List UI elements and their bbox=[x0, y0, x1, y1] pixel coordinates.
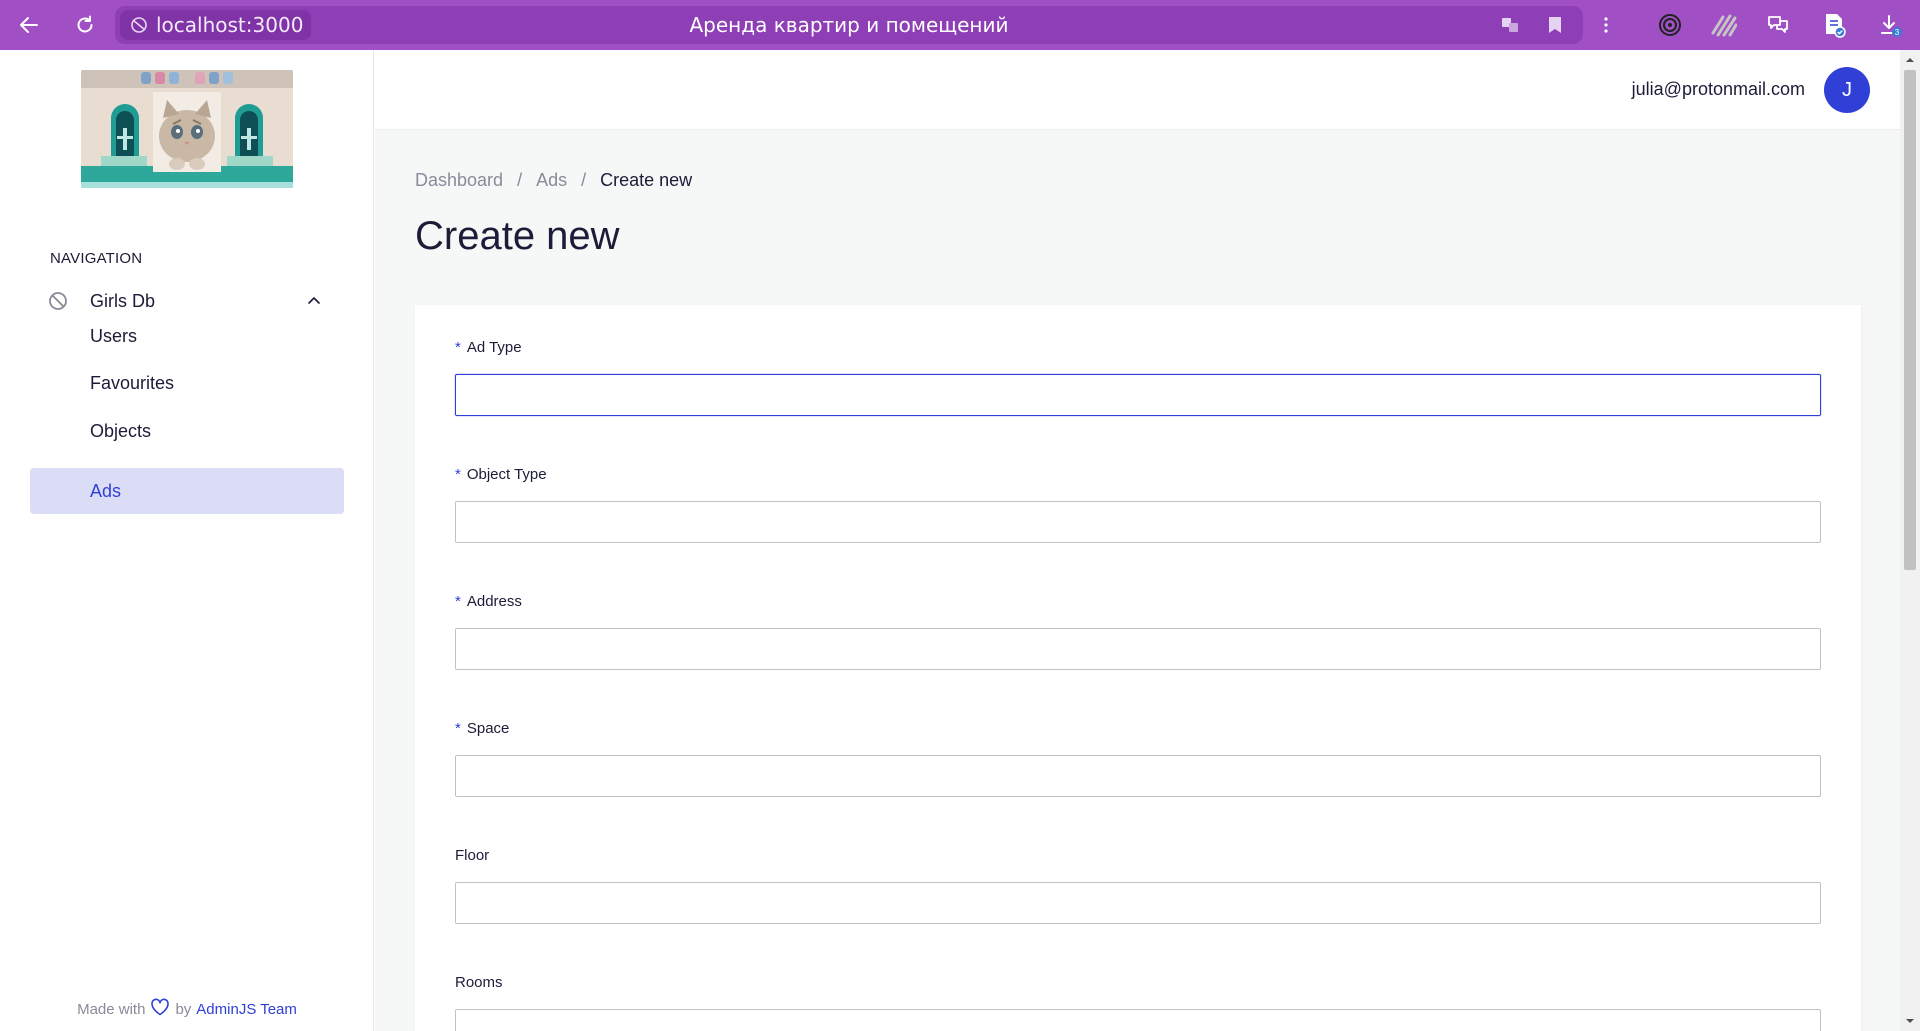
site-info-icon bbox=[131, 17, 147, 33]
caret-up-icon bbox=[1906, 58, 1914, 62]
kitten-house-logo bbox=[81, 70, 293, 188]
sidebar-item-objects[interactable]: Objects bbox=[30, 408, 344, 454]
reload-button[interactable] bbox=[70, 10, 100, 40]
caret-down-icon bbox=[1906, 1019, 1914, 1023]
logo-image[interactable] bbox=[81, 70, 293, 188]
ad-type-input[interactable] bbox=[455, 374, 1821, 416]
create-form: * Ad Type * Object Type * Address * Space Fl… bbox=[415, 305, 1861, 1031]
document-check-icon bbox=[1826, 14, 1846, 38]
sidebar-item-users[interactable]: Users bbox=[30, 313, 344, 359]
kebab-menu-icon bbox=[1604, 17, 1608, 33]
page-scrollbar[interactable] bbox=[1900, 50, 1920, 1031]
extension-doc-button[interactable] bbox=[1821, 12, 1847, 38]
space-input[interactable] bbox=[455, 755, 1821, 797]
main-content: Dashboard / Ads / Create new Create new … bbox=[375, 130, 1900, 1031]
field-label: * Space bbox=[455, 720, 510, 737]
top-header: julia@protonmail.com J bbox=[375, 50, 1900, 130]
field-label: Floor bbox=[455, 847, 490, 864]
required-marker: * bbox=[455, 466, 461, 483]
field-address: * Address bbox=[455, 592, 1821, 670]
extension-target-button[interactable] bbox=[1657, 12, 1683, 38]
scroll-thumb[interactable] bbox=[1904, 70, 1916, 570]
field-floor: Floor bbox=[455, 846, 1821, 924]
download-icon: 3 bbox=[1881, 15, 1902, 37]
url-text: localhost:3000 bbox=[156, 13, 304, 37]
field-object-type: * Object Type bbox=[455, 465, 1821, 543]
user-email[interactable]: julia@protonmail.com bbox=[1632, 79, 1805, 100]
translate-icon bbox=[1502, 18, 1518, 32]
sidebar-item-favourites[interactable]: Favourites bbox=[30, 360, 344, 406]
downloads-badge: 3 bbox=[1895, 28, 1900, 37]
breadcrumb-current: Create new bbox=[600, 170, 693, 190]
sidebar: NAVIGATION Girls Db Users Favourites Obj… bbox=[0, 50, 374, 1031]
more-menu-button[interactable] bbox=[1596, 12, 1616, 38]
breadcrumb-ads[interactable]: Ads bbox=[536, 170, 567, 191]
breadcrumb: Dashboard / Ads / Create new bbox=[415, 170, 692, 191]
sidebar-item-label: Favourites bbox=[90, 372, 175, 393]
bookmark-icon bbox=[1549, 17, 1561, 33]
required-marker: * bbox=[455, 593, 461, 610]
field-label: * Object Type bbox=[455, 466, 547, 483]
navigation-heading: NAVIGATION bbox=[50, 250, 143, 267]
field-label: Rooms bbox=[455, 974, 503, 991]
made-with-footer: Made with by AdminJS Team bbox=[0, 998, 374, 1020]
extension-stripes-button[interactable] bbox=[1711, 12, 1737, 38]
target-icon bbox=[1659, 14, 1681, 36]
object-type-input[interactable] bbox=[455, 501, 1821, 543]
required-marker: * bbox=[455, 720, 461, 737]
sidebar-item-ads[interactable]: Ads bbox=[30, 468, 344, 514]
arrow-left-icon bbox=[20, 17, 38, 33]
breadcrumb-separator: / bbox=[581, 170, 587, 190]
heart-icon bbox=[150, 998, 170, 1020]
required-marker: * bbox=[455, 339, 461, 356]
breadcrumb-separator: / bbox=[517, 170, 523, 190]
page-title: Create new bbox=[415, 214, 620, 258]
field-space: * Space bbox=[455, 719, 1821, 797]
scroll-up-button[interactable] bbox=[1900, 50, 1920, 70]
field-rooms: Rooms bbox=[455, 973, 1821, 1031]
nav-group-label: Girls Db bbox=[90, 290, 156, 311]
downloads-button[interactable]: 3 bbox=[1878, 12, 1904, 38]
breadcrumb-dashboard[interactable]: Dashboard bbox=[415, 170, 503, 191]
bookmark-button[interactable] bbox=[1545, 15, 1565, 35]
floor-input[interactable] bbox=[455, 882, 1821, 924]
field-ad-type: * Ad Type bbox=[455, 338, 1821, 416]
field-label: * Ad Type bbox=[455, 339, 522, 356]
scroll-down-button[interactable] bbox=[1900, 1011, 1920, 1031]
sidebar-item-label: Ads bbox=[90, 480, 122, 501]
url-chip[interactable]: localhost:3000 bbox=[120, 10, 312, 40]
reload-icon bbox=[77, 15, 93, 33]
sidebar-item-label: Objects bbox=[90, 420, 152, 441]
back-button[interactable] bbox=[14, 10, 44, 40]
address-input[interactable] bbox=[455, 628, 1821, 670]
stripes-icon bbox=[1711, 14, 1737, 37]
chevron-up-icon[interactable] bbox=[306, 293, 322, 314]
tab-title: Аренда квартир и помещений bbox=[689, 13, 1009, 37]
translate-button[interactable] bbox=[1500, 15, 1520, 35]
extension-chat-button[interactable] bbox=[1765, 12, 1791, 38]
field-label: * Address bbox=[455, 593, 522, 610]
adminjs-team-link[interactable]: AdminJS Team bbox=[196, 1001, 297, 1018]
rooms-input[interactable] bbox=[455, 1009, 1821, 1031]
address-bar[interactable]: localhost:3000 Аренда квартир и помещени… bbox=[115, 6, 1583, 44]
sidebar-item-label: Users bbox=[90, 325, 138, 346]
browser-toolbar: localhost:3000 Аренда квартир и помещени… bbox=[0, 0, 1920, 50]
made-with-text: Made with bbox=[77, 1000, 146, 1018]
avatar[interactable]: J bbox=[1824, 67, 1870, 113]
by-text: by bbox=[175, 1000, 192, 1018]
chat-icon bbox=[1768, 16, 1788, 33]
